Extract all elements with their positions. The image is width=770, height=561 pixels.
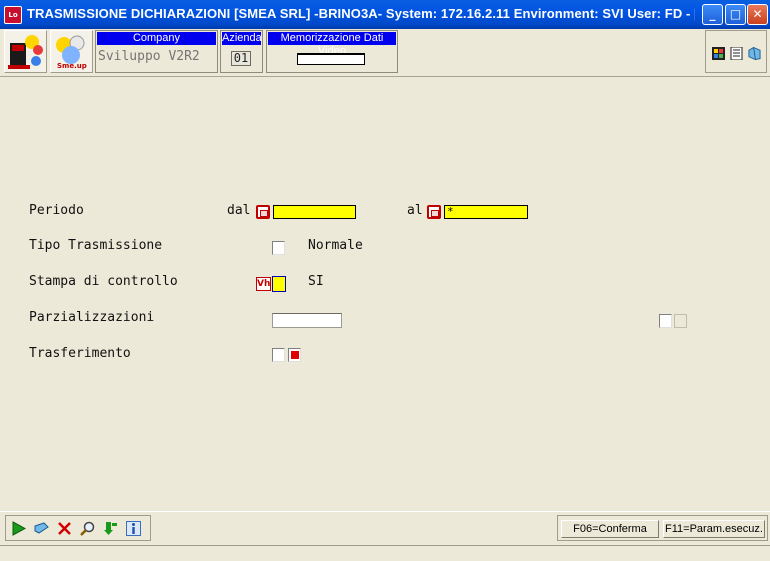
cancel-icon[interactable] [57,521,72,536]
parzializzazioni-checkbox[interactable] [659,314,672,328]
memorizzazione-group: Memorizzazione Dati Video [266,30,398,73]
smeup-logo-icon: Sme.up [50,30,93,73]
maximize-button[interactable]: □ [725,4,746,25]
f06-conferma-button[interactable]: F06=Conferma [561,520,659,538]
company-caption: Company [97,32,216,45]
status-bar [0,545,770,561]
calendar-icon[interactable] [427,205,441,219]
parzializzazioni-input[interactable] [272,313,342,328]
run-icon[interactable] [11,521,26,536]
value-help-icon[interactable]: Vh [256,277,271,291]
periodo-al-input[interactable]: * [444,205,528,219]
svg-text:Sme.up: Sme.up [57,62,87,70]
azienda-caption: Azienda [222,32,262,45]
parzializzazioni-button[interactable] [674,314,687,328]
trasferimento-checkbox[interactable] [272,348,285,362]
memorizzazione-caption: Memorizzazione Dati Video [268,32,396,57]
palette-icon[interactable] [712,47,725,60]
window-icon[interactable] [34,521,49,536]
stampa-controllo-description: SI [308,274,324,289]
trasferimento-label: Trasferimento [29,346,131,361]
periodo-dal-input[interactable] [273,205,356,219]
header-band: Sme.up Company Sviluppo V2R2 Azienda 01 … [0,29,770,77]
memorizzazione-field[interactable] [297,53,365,65]
stampa-controllo-label: Stampa di controllo [29,274,178,289]
program-logo-icon[interactable] [4,30,47,73]
window-icon[interactable] [748,47,761,60]
tipo-trasmissione-label: Tipo Trasmissione [29,238,163,253]
azienda-field[interactable]: 01 [231,51,251,66]
company-value: Sviluppo V2R2 [98,49,200,64]
tipo-trasmissione-description: Normale [308,238,363,253]
periodo-dal-label: dal [227,203,251,218]
bottom-toolbar: F06=Conferma F11=Param.esecuz. [0,511,770,545]
close-button[interactable]: ✕ [747,4,768,25]
periodo-al-label: al [407,203,423,218]
document-icon[interactable] [730,47,743,60]
title-bar[interactable]: Lo TRASMISSIONE DICHIARAZIONI [SMEA SRL]… [0,0,770,29]
refresh-icon[interactable] [103,521,118,536]
calendar-icon[interactable] [256,205,270,219]
periodo-label: Periodo [29,203,84,218]
parzializzazioni-label: Parzializzazioni [29,310,155,325]
header-tools [705,30,767,73]
action-icons [5,515,151,541]
search-icon[interactable] [80,521,95,536]
info-icon[interactable] [126,521,141,536]
f11-param-esecuz-button[interactable]: F11=Param.esecuz. [663,520,765,538]
azienda-group: Azienda 01 [220,30,263,73]
company-group: Company Sviluppo V2R2 [95,30,218,73]
app-icon[interactable]: Lo [4,6,22,24]
minimize-button[interactable]: _ [702,4,723,25]
function-keys: F06=Conferma F11=Param.esecuz. [557,515,768,541]
stampa-controllo-input[interactable] [272,276,286,292]
window-title: TRASMISSIONE DICHIARAZIONI [SMEA SRL] -B… [27,6,695,21]
tipo-trasmissione-checkbox[interactable] [272,241,285,255]
trasferimento-indicator[interactable] [288,348,301,362]
red-square-icon [291,351,299,359]
